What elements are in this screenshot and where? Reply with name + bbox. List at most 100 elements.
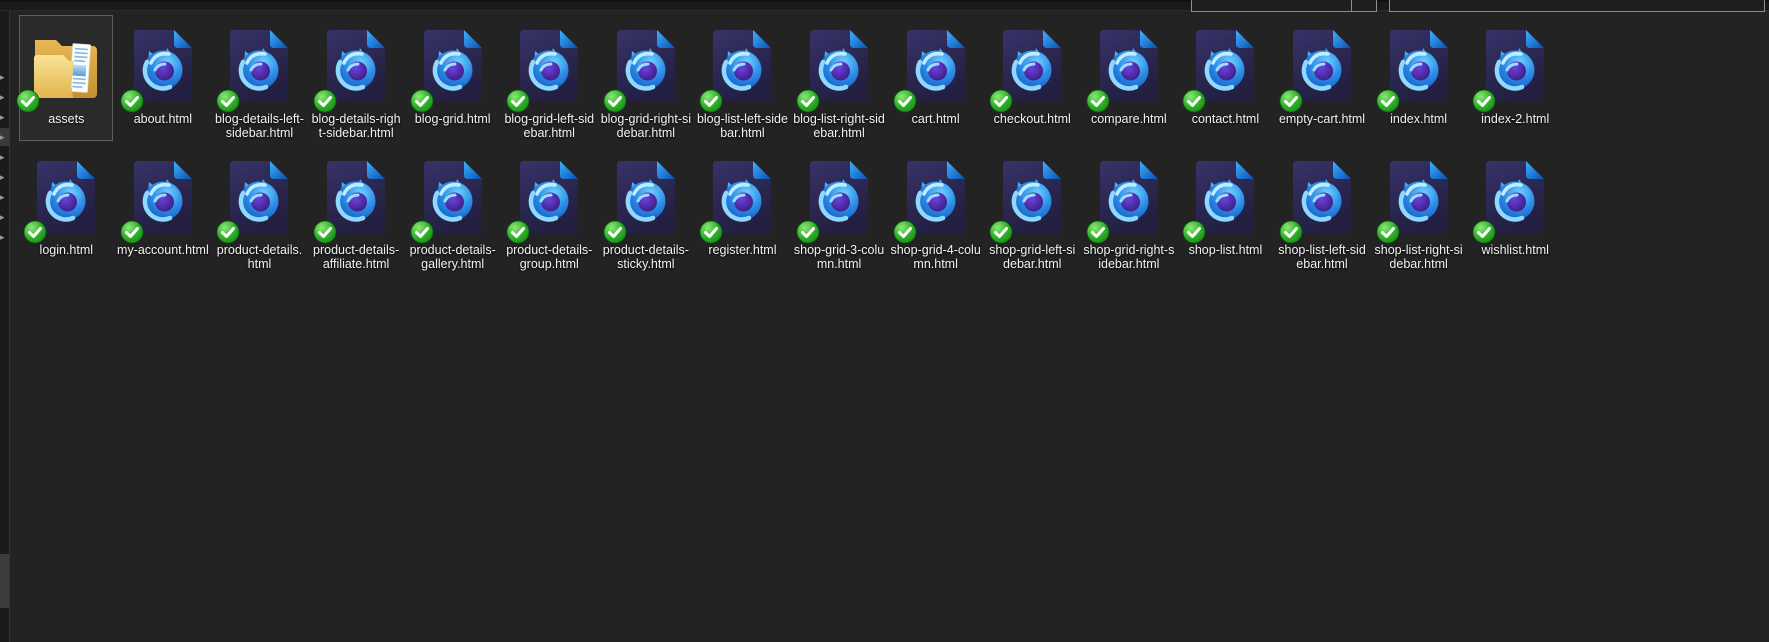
icon-wrap (1376, 30, 1448, 113)
file-item[interactable]: shop-list-right-sidebar.html (1372, 146, 1466, 272)
file-item[interactable]: blog-grid.html (406, 15, 500, 141)
file-icon-area (1373, 19, 1465, 113)
file-icon-area (20, 150, 112, 244)
file-item[interactable]: shop-list-left-sidebar.html (1275, 146, 1369, 272)
file-icon-area (407, 19, 499, 113)
icon-wrap (893, 161, 965, 244)
file-item[interactable]: empty-cart.html (1275, 15, 1369, 141)
file-item[interactable]: shop-grid-3-column.html (792, 146, 886, 272)
file-label: checkout.html (993, 112, 1071, 126)
file-item[interactable]: product-details-group.html (502, 146, 596, 272)
file-label: blog-list-right-sidebar.html (793, 112, 885, 140)
file-item[interactable]: shop-grid-right-sidebar.html (1082, 146, 1176, 272)
status-check-icon (1086, 220, 1110, 244)
status-check-icon (893, 89, 917, 113)
file-icon-area (1469, 19, 1561, 113)
chevron-right-icon[interactable]: ▸ (0, 148, 10, 166)
file-icon-area (1083, 150, 1175, 244)
icon-wrap (16, 22, 102, 113)
chevron-right-icon[interactable]: ▸ (0, 208, 10, 226)
file-label: blog-details-right-sidebar.html (311, 112, 401, 140)
file-item[interactable]: shop-list.html (1178, 146, 1272, 272)
file-icon-area (213, 19, 305, 113)
file-label: blog-grid-right-sidebar.html (600, 112, 692, 140)
status-check-icon (603, 220, 627, 244)
chevron-right-icon[interactable]: ▸ (0, 188, 10, 206)
file-icon-area (1276, 150, 1368, 244)
file-item[interactable]: shop-grid-4-column.html (889, 146, 983, 272)
icon-wrap (1472, 30, 1545, 113)
file-item[interactable]: contact.html (1178, 15, 1272, 141)
search-box-fragment[interactable] (1389, 0, 1765, 12)
icon-wrap (989, 30, 1062, 113)
file-label: product-details-sticky.html (602, 243, 689, 271)
icon-wrap (1279, 30, 1352, 113)
file-label: wishlist.html (1481, 243, 1549, 257)
status-check-icon (700, 220, 723, 244)
address-bar-fragment[interactable] (1191, 0, 1352, 12)
file-item[interactable]: register.html (695, 146, 789, 272)
file-item[interactable]: blog-list-left-sidebar.html (695, 15, 789, 141)
icon-wrap (796, 30, 869, 113)
file-item[interactable]: shop-grid-left-sidebar.html (985, 146, 1079, 272)
chevron-right-icon[interactable]: ▸ (0, 68, 10, 86)
status-check-icon (1279, 220, 1303, 244)
status-check-icon (410, 89, 434, 113)
file-item[interactable]: wishlist.html (1468, 146, 1562, 272)
file-item[interactable]: index-2.html (1468, 15, 1562, 141)
file-icon-area (793, 150, 885, 244)
icon-wrap (700, 161, 772, 244)
file-item[interactable]: blog-list-right-sidebar.html (792, 15, 886, 141)
file-icon-area (310, 19, 402, 113)
file-item[interactable]: compare.html (1082, 15, 1176, 141)
file-item[interactable]: about.html (116, 15, 210, 141)
file-item[interactable]: assets (16, 15, 114, 141)
file-icon-area (696, 150, 788, 244)
chevron-right-icon[interactable]: ▸ (0, 168, 10, 186)
file-item[interactable]: blog-grid-left-sidebar.html (502, 15, 596, 141)
status-check-icon (1376, 220, 1400, 244)
chevron-right-icon[interactable]: ▸ (0, 108, 10, 126)
file-item[interactable]: my-account.html (116, 146, 210, 272)
file-label: shop-list-right-sidebar.html (1374, 243, 1463, 271)
file-item[interactable]: cart.html (889, 15, 983, 141)
file-label: blog-list-left-sidebar.html (696, 112, 788, 140)
file-item[interactable]: blog-details-right-sidebar.html (309, 15, 403, 141)
toolbar-button-fragment[interactable] (1352, 0, 1377, 12)
file-item[interactable]: checkout.html (985, 15, 1079, 141)
status-check-icon (1086, 89, 1110, 113)
chevron-right-icon[interactable]: ▸ (0, 228, 10, 246)
file-icon-area (16, 19, 112, 113)
status-check-icon (23, 220, 47, 244)
status-check-icon (16, 89, 40, 113)
file-icon-area (310, 150, 402, 244)
status-check-icon (1472, 89, 1496, 113)
status-check-icon (796, 89, 820, 113)
status-check-icon (506, 89, 530, 113)
folder-icon (34, 40, 98, 98)
chevron-right-icon[interactable]: ▸ (0, 128, 10, 146)
file-item[interactable]: product-details-gallery.html (406, 146, 500, 272)
file-item[interactable]: product-details-sticky.html (599, 146, 693, 272)
status-check-icon (217, 220, 240, 244)
file-icon-area (117, 19, 209, 113)
icon-wrap (603, 161, 675, 244)
file-icon-area (407, 150, 499, 244)
status-check-icon (893, 220, 917, 244)
icon-wrap (120, 161, 192, 244)
file-item[interactable]: product-details-affiliate.html (309, 146, 403, 272)
tree-scrollbar-thumb[interactable] (0, 554, 9, 608)
icon-wrap (603, 30, 675, 113)
chevron-right-icon[interactable]: ▸ (0, 88, 10, 106)
status-check-icon (989, 220, 1013, 244)
file-item[interactable]: product-details.html (212, 146, 306, 272)
file-item[interactable]: login.html (19, 146, 113, 272)
file-label: blog-details-left-sidebar.html (215, 112, 304, 140)
file-icon-area (890, 150, 982, 244)
file-item[interactable]: blog-details-left-sidebar.html (212, 15, 306, 141)
file-item[interactable]: blog-grid-right-sidebar.html (599, 15, 693, 141)
file-label: shop-grid-3-column.html (793, 243, 885, 271)
status-check-icon (1183, 220, 1206, 244)
file-label: contact.html (1191, 112, 1260, 126)
file-item[interactable]: index.html (1372, 15, 1466, 141)
